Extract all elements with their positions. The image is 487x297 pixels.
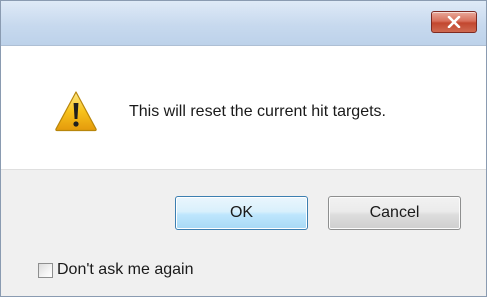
dont-ask-checkbox[interactable]: [38, 262, 53, 278]
dont-ask-label[interactable]: Don't ask me again: [57, 261, 193, 279]
close-icon: [447, 16, 461, 28]
dialog-message: This will reset the current hit targets.: [129, 103, 386, 120]
dont-ask-option[interactable]: Don't ask me again: [38, 261, 193, 279]
dialog-content: This will reset the current hit targets.: [1, 46, 486, 169]
dialog-window: This will reset the current hit targets.…: [0, 0, 487, 297]
cancel-button[interactable]: Cancel: [328, 196, 461, 230]
warning-icon: [54, 90, 98, 132]
ok-button[interactable]: OK: [175, 196, 308, 230]
close-button[interactable]: [431, 11, 477, 33]
dialog-footer: OK Cancel Don't ask me again: [1, 169, 486, 296]
title-bar[interactable]: [1, 1, 486, 46]
